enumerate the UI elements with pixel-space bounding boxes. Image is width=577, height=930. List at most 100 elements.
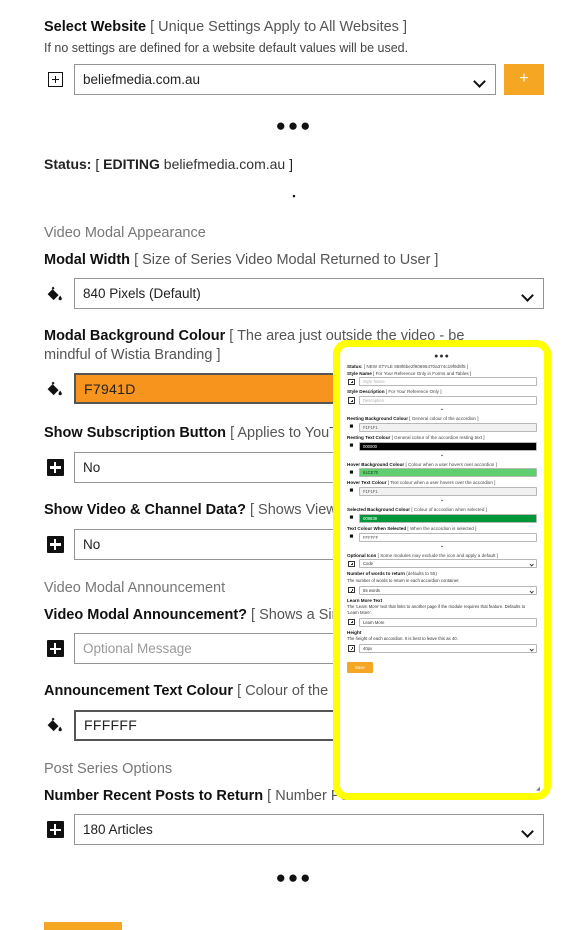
box-plus-outline-icon	[347, 645, 356, 652]
overlay-selected-bg-field[interactable]: 009639	[359, 513, 537, 523]
overlay-resting-text-row: ■ 000000	[347, 441, 537, 451]
overlay-small-dot: ▪	[441, 498, 443, 505]
overlay-hover-bg-note: [ Colour when a user hovers over accordi…	[404, 461, 497, 467]
overlay-height-label: Height	[347, 630, 537, 636]
overlay-style-description-label: Style Description [ For Your Reference O…	[347, 389, 537, 395]
overlay-separator-dots: ●●●	[434, 353, 450, 360]
overlay-small-dot: ▪	[441, 407, 443, 414]
overlay-resting-text-note: [ General colour of the accordion restin…	[390, 434, 485, 440]
paint-bucket-icon: ■	[349, 441, 354, 449]
overlay-learn-more-key: Learn More Text	[347, 597, 383, 603]
select-website-label: Select Website [ Unique Settings Apply t…	[44, 18, 544, 37]
overlay-small-dot: ▪	[441, 543, 443, 550]
paint-bucket-icon	[44, 373, 66, 404]
overlay-style-name-input[interactable]: Style Name	[359, 377, 537, 387]
overlay-words-row: 55 words	[347, 585, 537, 595]
overlay-words-dropdown[interactable]: 55 words	[359, 585, 537, 595]
small-separator-dot: ▪	[292, 190, 296, 201]
status-editing: EDITING	[103, 155, 160, 172]
paint-bucket-icon	[44, 710, 66, 741]
overlay-style-description-input[interactable]: Description	[359, 396, 537, 406]
overlay-hover-bg-field[interactable]: 61CE70	[359, 468, 537, 478]
save-button[interactable]: Save	[44, 922, 123, 930]
paint-bucket-icon: ■	[349, 514, 354, 522]
overlay-hover-text-row: ■ F1F1F1	[347, 487, 537, 497]
overlay-selected-bg-note: [ Colour of accordion when selected ]	[410, 507, 487, 513]
style-settings-overlay: ●●● Status: [ NEW STYLE 858f6be2f9069547…	[333, 340, 551, 800]
overlay-style-description-note: [ For Your Reference Only ]	[384, 389, 442, 395]
overlay-height-dropdown[interactable]: 40px	[359, 643, 537, 653]
overlay-style-name-note: [ For Your Reference Only in Forms and T…	[371, 370, 472, 376]
page-root: Select Website [ Unique Settings Apply t…	[0, 0, 577, 930]
overlay-height-desc: The height of each accordion. It is best…	[347, 636, 458, 642]
overlay-resting-text-label: Resting Text Colour [ General colour of …	[347, 435, 537, 441]
modal-width-label-note: [ Size of Series Video Modal Returned to…	[130, 251, 439, 268]
overlay-small-dot: ▪	[441, 452, 443, 459]
paint-bucket-glyph	[47, 717, 62, 732]
overlay-resting-bg-field[interactable]: F1F1F1	[359, 422, 537, 432]
overlay-resting-text-key: Resting Text Colour	[347, 434, 391, 440]
overlay-resting-bg-row: ■ F1F1F1	[347, 422, 537, 432]
overlay-resting-bg-key: Resting Background Colour	[347, 416, 408, 422]
overlay-status-key: Status:	[347, 364, 363, 369]
status-line: Status: [ EDITING beliefmedia.com.au ]	[44, 156, 544, 172]
overlay-optional-icon-row: Code	[347, 559, 537, 569]
overlay-selected-text-label: Text Colour When Selected [ When the acc…	[347, 526, 537, 532]
modal-background-colour-label-strong: Modal Background Colour	[44, 328, 226, 345]
overlay-words-note: (defaults to 55)	[404, 571, 437, 577]
announcement-text-colour-label-strong: Announcement Text Colour	[44, 683, 234, 700]
box-plus-solid-icon	[44, 633, 66, 664]
number-recent-posts-row: 180 Articles	[44, 814, 544, 846]
video-modal-announcement-label-strong: Video Modal Announcement?	[44, 606, 248, 623]
paint-bucket-glyph	[47, 286, 62, 301]
overlay-style-description-row: Description	[347, 396, 537, 406]
section-separator-dots: ●●●	[275, 115, 313, 135]
overlay-words-desc: The number of words to return in each ac…	[347, 578, 460, 584]
overlay-hover-text-label: Hover Text Colour [ Text colour when a u…	[347, 480, 537, 486]
overlay-status-label: Status: [ NEW STYLE 858f6be2f90695470a37…	[347, 364, 537, 370]
overlay-hover-bg-label: Hover Background Colour [ Colour when a …	[347, 462, 537, 468]
box-plus-solid-icon	[44, 452, 66, 483]
overlay-hover-text-key: Hover Text Colour	[347, 480, 387, 486]
section-video-modal-appearance: Video Modal Appearance	[44, 224, 206, 241]
modal-width-dropdown[interactable]: 840 Pixels (Default)	[74, 278, 544, 310]
add-website-button[interactable]: +	[504, 63, 544, 95]
overlay-selected-text-row: ■ FFFFFF	[347, 532, 537, 542]
overlay-height-key: Height	[347, 629, 362, 635]
overlay-status-note: [ NEW STYLE 858f6be2f90695470a374c19f9d8…	[362, 364, 469, 369]
overlay-learn-more-label: Learn More Text	[347, 598, 537, 604]
overlay-resting-text-field[interactable]: 000000	[359, 441, 537, 451]
box-plus-outline-icon	[347, 586, 356, 594]
overlay-selected-text-field[interactable]: FFFFFF	[359, 532, 537, 542]
overlay-learn-more-input[interactable]: Learn More	[359, 617, 537, 627]
overlay-words-label: Number of words to return (defaults to 5…	[347, 571, 537, 577]
select-website-label-strong: Select Website	[44, 19, 147, 35]
status-key: Status:	[44, 155, 92, 172]
number-recent-posts-dropdown[interactable]: 180 Articles	[74, 814, 544, 846]
overlay-resting-bg-note: [ General colour of the accordion ]	[408, 416, 479, 422]
select-website-dropdown[interactable]: beliefmedia.com.au	[74, 63, 496, 95]
modal-width-label: Modal Width [ Size of Series Video Modal…	[44, 251, 544, 270]
show-subscription-button-label-strong: Show Subscription Button	[44, 425, 227, 442]
box-plus-solid-icon	[44, 529, 66, 560]
overlay-optional-icon-key: Optional Icon	[347, 552, 377, 558]
select-website-label-note: [ Unique Settings Apply to All Websites …	[146, 19, 407, 35]
overlay-learn-more-desc: The 'Learn More' text that links to anot…	[347, 604, 526, 615]
paint-bucket-icon: ■	[349, 468, 354, 476]
overlay-hover-text-note: [ Text colour when a user hovers over th…	[386, 480, 496, 486]
resize-handle-icon[interactable]: ◢	[536, 786, 541, 792]
overlay-selected-bg-label: Selected Background Colour [ Colour of a…	[347, 507, 537, 513]
show-video-channel-data-label-strong: Show Video & Channel Data?	[44, 501, 246, 518]
modal-width-label-strong: Modal Width	[44, 251, 131, 268]
overlay-style-name-row: Style Name	[347, 377, 537, 387]
paint-bucket-icon: ■	[349, 487, 354, 495]
status-bracket-open: [	[91, 155, 104, 172]
overlay-height-row: 40px	[347, 643, 537, 653]
box-plus-outline-icon	[44, 64, 66, 95]
overlay-words-key: Number of words to return	[347, 571, 405, 577]
overlay-optional-icon-dropdown[interactable]: Code	[359, 559, 537, 569]
overlay-hover-text-field[interactable]: F1F1F1	[359, 487, 537, 497]
overlay-save-button[interactable]: Save	[347, 661, 373, 673]
overlay-style-description-key: Style Description	[347, 389, 385, 395]
box-plus-outline-icon	[347, 397, 356, 404]
